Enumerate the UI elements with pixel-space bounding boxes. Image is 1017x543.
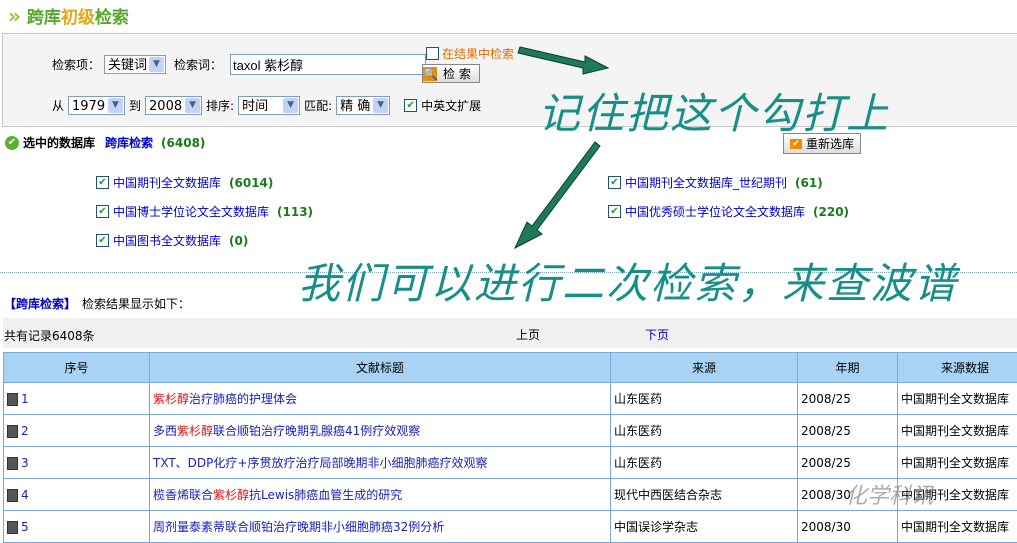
chevron-down-icon: ▼ [108,98,123,113]
check-circle-icon: ✔ [5,136,19,150]
db-item[interactable]: ✔中国期刊全文数据库(6014) [96,174,273,191]
selected-count: (6408) [161,136,205,150]
in-results-checkbox[interactable] [426,47,439,60]
match-label: 匹配: [304,97,332,114]
sort-label: 排序: [206,97,234,114]
db-cell: 中国期刊全文数据库 [898,447,1017,479]
table-row[interactable]: 2 多西紫杉醇联合顺铂治疗晚期乳腺癌41例疗效观察 山东医药 2008/25 中… [4,415,1017,447]
db-cell: 中国期刊全文数据库 [898,415,1017,447]
page-title: » 跨库初级检索 [8,3,129,28]
annotation-note2: 我们可以进行二次检索，来查波谱 [298,250,958,311]
issue-cell: 2008/25 [798,383,898,415]
double-chevron-icon: » [8,4,21,28]
title-link[interactable]: TXT、DDP化疗+序贯放疗治疗局部晚期非小细胞肺癌疗效观察 [153,456,487,470]
search-input[interactable] [230,54,426,75]
results-bar [3,318,1017,348]
document-icon [7,457,18,470]
selected-db-label: 选中的数据库 [23,134,95,151]
from-label: 从 [52,97,64,114]
title-cell[interactable]: 榄香烯联合紫杉醇抗Lewis肺癌血管生成的研究 [150,479,611,511]
term-label: 检索词： [174,56,222,73]
title-link[interactable]: 周剂量泰素蒂联合顺铂治疗晚期非小细胞肺癌32例分析 [153,520,444,534]
title-cell[interactable]: 紫杉醇治疗肺癌的护理体会 [150,383,611,415]
sort-select[interactable]: 时间▼ [238,96,300,115]
results-tag: 【跨库检索】 [4,295,76,312]
db-item[interactable]: ✔中国博士学位论文全文数据库(113) [96,203,313,220]
db-item[interactable]: ✔中国优秀硕士学位论文全文数据库(220) [608,203,849,220]
source-cell: 现代中西医结合杂志 [611,479,798,511]
col-header: 来源 [611,353,798,383]
source-cell: 山东医药 [611,383,798,415]
prev-page-link[interactable]: 上页 [516,326,540,343]
watermark: 化学科讯 [845,478,933,510]
next-page-link[interactable]: 下页 [645,326,669,343]
title-cell[interactable]: TXT、DDP化疗+序贯放疗治疗局部晚期非小细胞肺癌疗效观察 [150,447,611,479]
db-cell: 中国期刊全文数据库 [898,383,1017,415]
source-cell: 中国误诊学杂志 [611,511,798,543]
title-cell[interactable]: 多西紫杉醇联合顺铂治疗晚期乳腺癌41例疗效观察 [150,415,611,447]
from-year-select[interactable]: 1979▼ [68,96,125,115]
table-row[interactable]: 3 TXT、DDP化疗+序贯放疗治疗局部晚期非小细胞肺癌疗效观察 山东医药 20… [4,447,1017,479]
expand-label: 中英文扩展 [421,97,481,114]
chevron-down-icon: ▼ [373,98,388,113]
table-row[interactable]: 5 周剂量泰素蒂联合顺铂治疗晚期非小细胞肺癌32例分析 中国误诊学杂志 2008… [4,511,1017,543]
in-results-label: 在结果中检索 [442,45,514,62]
issue-cell: 2008/30 [798,511,898,543]
search-icon: 🔍 [423,67,437,81]
to-label: 到 [129,97,141,114]
issue-cell: 2008/25 [798,447,898,479]
row-number[interactable]: 3 [4,447,150,479]
chevron-down-icon: ▼ [149,57,164,72]
table-row[interactable]: 1 紫杉醇治疗肺癌的护理体会 山东医药 2008/25 中国期刊全文数据库 [4,383,1017,415]
db-item[interactable]: ✔中国期刊全文数据库_世纪期刊(61) [608,174,823,191]
title-link[interactable]: 紫杉醇治疗肺癌的护理体会 [153,392,297,406]
title-link[interactable]: 多西紫杉醇联合顺铂治疗晚期乳腺癌41例疗效观察 [153,424,420,438]
row-number[interactable]: 5 [4,511,150,543]
col-header: 年期 [798,353,898,383]
search-button[interactable]: 🔍 检 索 [422,64,480,83]
row-number[interactable]: 2 [4,415,150,447]
source-cell: 山东医药 [611,447,798,479]
field-label: 检索项： [52,56,100,73]
col-header: 文献标题 [150,353,611,383]
match-select[interactable]: 精 确▼ [336,96,390,115]
document-icon [7,393,18,406]
chevron-down-icon: ▼ [185,98,200,113]
cross-db-link[interactable]: 跨库检索 [105,134,153,151]
source-cell: 山东医药 [611,415,798,447]
results-table: 序号 文献标题 来源 年期 来源数据 1 紫杉醇治疗肺癌的护理体会 山东医药 2… [3,352,1017,543]
field-select[interactable]: 关键词▼ [104,55,166,74]
document-icon [7,489,18,502]
chevron-down-icon: ▼ [283,98,298,113]
document-icon [7,521,18,534]
db-cell: 中国期刊全文数据库 [898,511,1017,543]
db-item[interactable]: ✔中国图书全文数据库(0) [96,232,248,249]
document-icon [7,425,18,438]
total-records: 共有记录6408条 [4,327,95,344]
col-header: 序号 [4,353,150,383]
expand-checkbox[interactable]: ✔ [404,99,417,112]
row-number[interactable]: 1 [4,383,150,415]
title-link[interactable]: 榄香烯联合紫杉醇抗Lewis肺癌血管生成的研究 [153,488,402,502]
annotation-note1: 记住把这个勾打上 [538,80,890,141]
title-cell[interactable]: 周剂量泰素蒂联合顺铂治疗晚期非小细胞肺癌32例分析 [150,511,611,543]
to-year-select[interactable]: 2008▼ [145,96,202,115]
results-label: 检索结果显示如下： [82,295,190,312]
col-header: 来源数据 [898,353,1017,383]
issue-cell: 2008/25 [798,415,898,447]
row-number[interactable]: 4 [4,479,150,511]
